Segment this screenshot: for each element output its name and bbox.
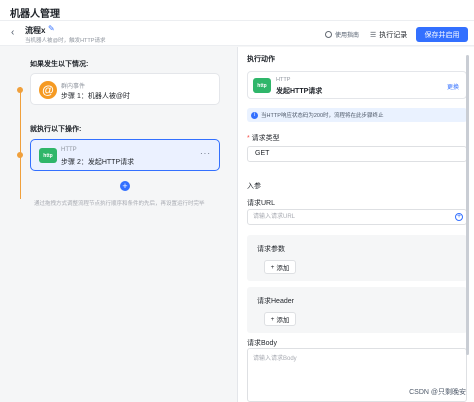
- more-options-icon[interactable]: ···: [200, 149, 211, 158]
- log-label: 执行记录: [379, 32, 408, 39]
- guide-label: 使用指南: [335, 33, 360, 39]
- notice-text: 当HTTP响应状态码为200时，流程将在此步骤终止: [261, 113, 384, 119]
- info-icon: i: [251, 111, 258, 119]
- info-notice: i 当HTTP响应状态码为200时，流程将在此步骤终止: [247, 108, 467, 122]
- save-enable-button[interactable]: 保存并启用: [416, 27, 468, 42]
- trigger-card[interactable]: @ 群内事件 步骤 1：机器人被@时: [30, 73, 220, 105]
- url-input[interactable]: 请输入请求URL +: [247, 209, 467, 225]
- action-section-label: 就执行以下操作:: [30, 126, 82, 133]
- add-param-button[interactable]: + 添加: [264, 260, 296, 274]
- trigger-step: 步骤 1：机器人被@时: [61, 93, 130, 100]
- trigger-node-dot: [17, 87, 23, 93]
- panel-title: 执行动作: [247, 56, 275, 63]
- add-header-label: 添加: [276, 317, 290, 324]
- method-label-text: 请求类型: [251, 135, 280, 142]
- http-icon: http: [253, 78, 271, 93]
- flow-header: ‹ 流程x ✎ 当机器人被@时，触发HTTP请求 使用指南 ☰ 执行记录 保存并…: [0, 20, 474, 46]
- execution-log-button[interactable]: ☰ 执行记录: [370, 30, 407, 40]
- selected-action-card: http HTTP 发起HTTP请求 更换: [247, 71, 467, 99]
- guide-link[interactable]: 使用指南: [325, 30, 359, 39]
- panel-scrollbar[interactable]: [466, 55, 469, 355]
- http-icon: http: [39, 148, 57, 163]
- body-label: 请求Body: [247, 340, 277, 347]
- input-section-label: 入参: [247, 183, 261, 190]
- list-icon: ☰: [370, 32, 377, 39]
- trigger-section-label: 如果发生以下情况:: [30, 61, 89, 68]
- trigger-type: 群内事件: [61, 84, 86, 90]
- add-param-label: 添加: [276, 265, 290, 272]
- action-node-dot: [17, 152, 23, 158]
- flow-description: 当机器人被@时，触发HTTP请求: [25, 38, 106, 44]
- plus-icon: +: [270, 263, 275, 271]
- action-type: HTTP: [276, 77, 291, 83]
- help-circle-icon: [325, 31, 332, 38]
- chevron-left-icon[interactable]: ‹: [11, 27, 14, 38]
- canvas-hint: 通过拖拽方式调整流程节点执行顺序和条件的先后，再设置运行时完毕: [34, 201, 205, 207]
- change-action-link[interactable]: 更换: [447, 82, 459, 91]
- at-sign-icon: @: [39, 81, 57, 99]
- action-name: 发起HTTP请求: [276, 88, 323, 95]
- params-label: 请求参数: [257, 246, 285, 253]
- headers-label: 请求Header: [257, 298, 294, 305]
- url-placeholder: 请输入请求URL: [253, 214, 296, 220]
- headers-box: 请求Header + 添加: [247, 287, 467, 333]
- insert-variable-icon[interactable]: +: [455, 213, 463, 221]
- flow-connector-line: [20, 87, 21, 199]
- app-topbar: 机器人管理: [0, 0, 474, 20]
- app-title: 机器人管理: [10, 9, 60, 20]
- plus-icon: +: [270, 315, 275, 323]
- edit-icon[interactable]: ✎: [48, 24, 55, 33]
- watermark: CSDN @只剩晚安: [409, 389, 466, 396]
- method-label: * 请求类型: [247, 133, 280, 143]
- action-card[interactable]: http HTTP 步骤 2：发起HTTP请求 ···: [30, 139, 220, 171]
- action-step: 步骤 2：发起HTTP请求: [61, 159, 135, 166]
- params-box: 请求参数 + 添加: [247, 235, 467, 281]
- action-type: HTTP: [61, 147, 77, 153]
- add-step-button[interactable]: +: [120, 181, 130, 191]
- flow-name: 流程x: [25, 26, 46, 35]
- add-header-button[interactable]: + 添加: [264, 312, 296, 326]
- flow-canvas: 如果发生以下情况: @ 群内事件 步骤 1：机器人被@时 就执行以下操作: ht…: [0, 47, 237, 402]
- url-label: 请求URL: [247, 200, 276, 207]
- action-panel: 执行动作 http HTTP 发起HTTP请求 更换 i 当HTTP响应状态码为…: [237, 47, 474, 402]
- method-select[interactable]: GET: [247, 146, 467, 162]
